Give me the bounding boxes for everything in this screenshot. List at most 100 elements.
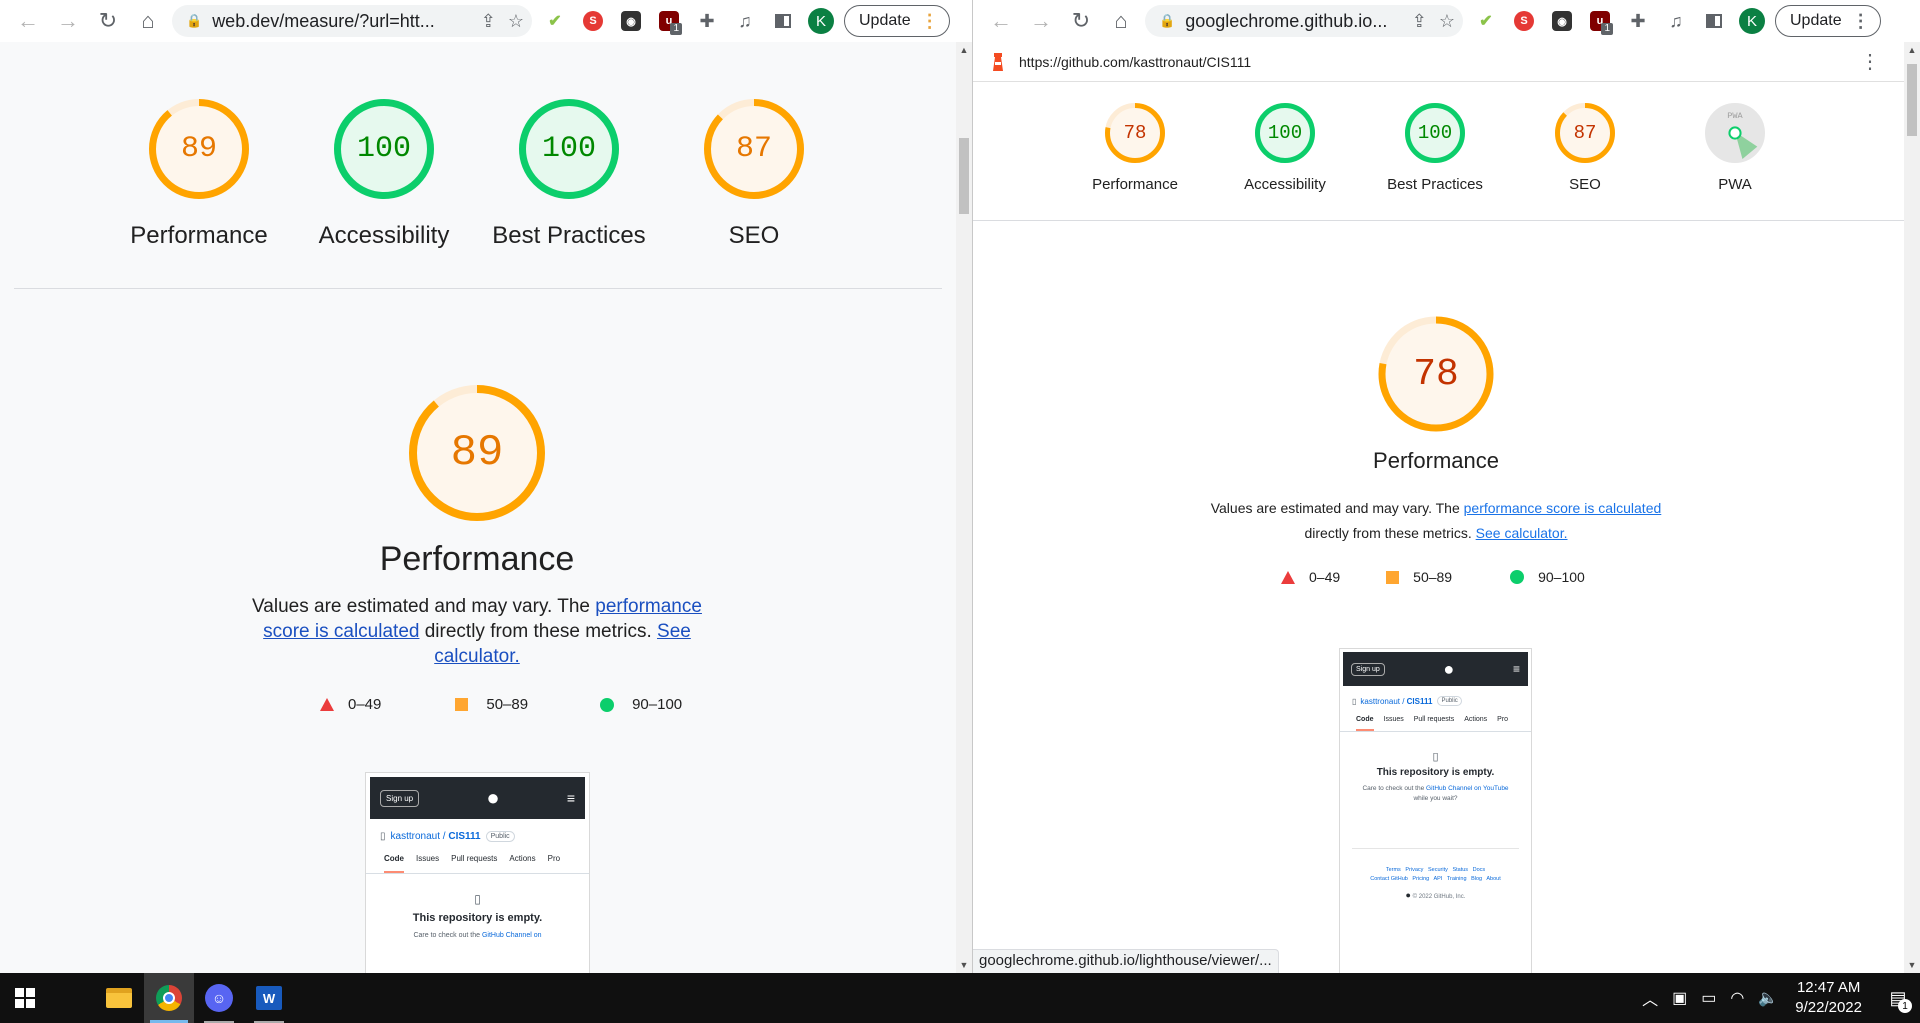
notification-icon[interactable]: ▤ 1 [1876, 973, 1920, 1023]
left-toolbar: ← → ↻ ⌂ 🔒 web.dev/measure/?url=htt... ⇪ … [0, 0, 972, 42]
right-scrollbar[interactable]: ▲ ▼ [1904, 42, 1920, 973]
address-bar[interactable]: 🔒 web.dev/measure/?url=htt... ⇪ ☆ [172, 5, 532, 37]
volume-icon[interactable]: 🔈 [1758, 988, 1778, 1008]
word-icon[interactable]: W [244, 973, 294, 1023]
scroll-down-icon[interactable]: ▼ [956, 957, 972, 973]
scroll-down-icon[interactable]: ▼ [1904, 957, 1920, 973]
score-label: Performance [1092, 176, 1178, 193]
scroll-thumb[interactable] [1907, 64, 1917, 136]
score-label: SEO [728, 222, 780, 249]
reload-icon[interactable]: ↻ [1061, 1, 1101, 41]
score-gauge-accessibility[interactable]: 100 Accessibility [294, 98, 474, 250]
forward-icon[interactable]: → [1021, 1, 1061, 41]
star-icon[interactable]: ☆ [508, 11, 524, 32]
lock-icon: 🔒 [1159, 13, 1176, 28]
score-gauge-best-practices[interactable]: 100 Best Practices [479, 98, 659, 250]
gh-repo: CIS111 [448, 831, 481, 842]
score-value: 100 [356, 132, 411, 166]
star-icon[interactable]: ☆ [1439, 11, 1455, 32]
gh-footer-links-2: Contact GitHub Pricing API Training Blog… [1370, 876, 1501, 882]
score-gauge-ring: 78 [1104, 102, 1166, 164]
legend-average: 50–89 [455, 696, 528, 713]
extension-s-icon[interactable]: S [1505, 1, 1543, 41]
media-icon[interactable]: ♫ [1657, 1, 1695, 41]
update-button[interactable]: Update ⋮ [1775, 5, 1881, 37]
score-gauge-pwa[interactable]: PWA PWA [1660, 102, 1810, 193]
main-gauge-label: Performance [379, 540, 575, 578]
score-gauge-ring: 87 [1554, 102, 1616, 164]
media-icon[interactable]: ♫ [726, 1, 764, 41]
kebab-icon[interactable]: ⋮ [1860, 49, 1880, 74]
gh-tab-actions: Actions [1464, 716, 1488, 723]
clock[interactable]: 12:47 AM 9/22/2022 [1795, 978, 1862, 1018]
discord-icon[interactable]: ☺ [194, 973, 244, 1023]
score-value: PWA [1727, 110, 1743, 121]
legend-fail: 0–49 [1281, 569, 1340, 585]
share-icon[interactable]: ⇪ [1412, 11, 1427, 32]
extension-check-icon[interactable]: ✔ [1467, 1, 1505, 41]
avatar[interactable]: K [1739, 8, 1765, 34]
address-bar[interactable]: 🔒 googlechrome.github.io... ⇪ ☆ [1145, 5, 1463, 37]
hamburger-icon: ≡ [1512, 662, 1520, 676]
scroll-up-icon[interactable]: ▲ [1904, 42, 1920, 58]
system-tray: ︿ ▣ ▭ ◠ 🔈 12:47 AM 9/22/2022 ▤ 1 [1635, 973, 1920, 1023]
gh-owner: kasttronaut [390, 831, 440, 842]
sidepanel-icon[interactable] [1695, 1, 1733, 41]
gh-empty-title: This repository is empty. [1376, 767, 1495, 778]
file-explorer-icon[interactable] [94, 973, 144, 1023]
score-legend: 0–49 50–89 90–100 [1281, 569, 1585, 585]
left-scrollbar[interactable]: ▲ ▼ [956, 42, 972, 973]
extension-s-icon[interactable]: S [574, 1, 612, 41]
report-url[interactable]: https://github.com/kasttronaut/CIS111 [1019, 54, 1860, 70]
score-gauge-seo[interactable]: 87 SEO [1510, 102, 1660, 193]
gh-tabs: Code Issues Pull requests Actions Pro [1340, 710, 1531, 732]
back-icon[interactable]: ← [981, 1, 1021, 41]
report-topbar: https://github.com/kasttronaut/CIS111 ⋮ [973, 42, 1904, 82]
score-value: 87 [735, 132, 772, 166]
extension-check-icon[interactable]: ✔ [536, 1, 574, 41]
scroll-thumb[interactable] [959, 138, 969, 214]
meet-icon[interactable]: ▣ [1672, 988, 1687, 1008]
main-gauge-score: 78 [1413, 352, 1459, 396]
gh-tab-projects: Pro [547, 854, 561, 863]
score-gauge-performance[interactable]: 78 Performance [1060, 102, 1210, 193]
chevron-up-icon[interactable]: ︿ [1642, 986, 1658, 1010]
forward-icon[interactable]: → [48, 1, 88, 41]
perf-score-link[interactable]: performance score is calculated [1464, 500, 1662, 516]
legend-pass-label: 90–100 [632, 696, 683, 713]
home-icon[interactable]: ⌂ [128, 1, 168, 41]
score-gauge-performance[interactable]: 89 Performance [109, 98, 289, 250]
avatar[interactable]: K [808, 8, 834, 34]
triangle-icon [1281, 570, 1295, 584]
back-icon[interactable]: ← [8, 1, 48, 41]
share-icon[interactable]: ⇪ [481, 11, 496, 32]
score-gauge-seo[interactable]: 87 SEO [664, 98, 844, 250]
repo-icon: ▯ [474, 892, 481, 906]
puzzle-icon[interactable]: ✚ [1619, 1, 1657, 41]
gh-public-badge: Public [1437, 696, 1462, 706]
puzzle-icon[interactable]: ✚ [688, 1, 726, 41]
extension-camera-icon[interactable]: ◉ [1543, 1, 1581, 41]
extension-ublock-icon[interactable]: u1 [650, 1, 688, 41]
score-gauge-accessibility[interactable]: 100 Accessibility [1210, 102, 1360, 193]
reload-icon[interactable]: ↻ [88, 1, 128, 41]
gh-care-link: GitHub Channel on YouTube [1426, 785, 1509, 792]
see-calculator-link[interactable]: See calculator. [1476, 525, 1568, 541]
scroll-up-icon[interactable]: ▲ [956, 42, 972, 58]
gh-signup-button: Sign up [1351, 662, 1385, 676]
battery-icon[interactable]: ▭ [1701, 988, 1716, 1008]
home-icon[interactable]: ⌂ [1101, 1, 1141, 41]
legend-fail: 0–49 [320, 696, 381, 713]
extension-camera-icon[interactable]: ◉ [612, 1, 650, 41]
extension-ublock-icon[interactable]: u1 [1581, 1, 1619, 41]
sidepanel-icon[interactable] [764, 1, 802, 41]
windows-start-icon[interactable] [0, 973, 50, 1023]
repo-icon: ▯ [380, 831, 386, 842]
score-gauge-ring: 87 [703, 98, 805, 200]
update-button[interactable]: Update ⋮ [844, 5, 950, 37]
wifi-icon[interactable]: ◠ [1730, 988, 1744, 1008]
chrome-icon[interactable] [144, 973, 194, 1023]
score-gauge-best-practices[interactable]: 100 Best Practices [1360, 102, 1510, 193]
gh-copyright-text: © 2022 GitHub, Inc. [1412, 894, 1466, 900]
desc-text-2: directly from these metrics. [1304, 525, 1476, 541]
